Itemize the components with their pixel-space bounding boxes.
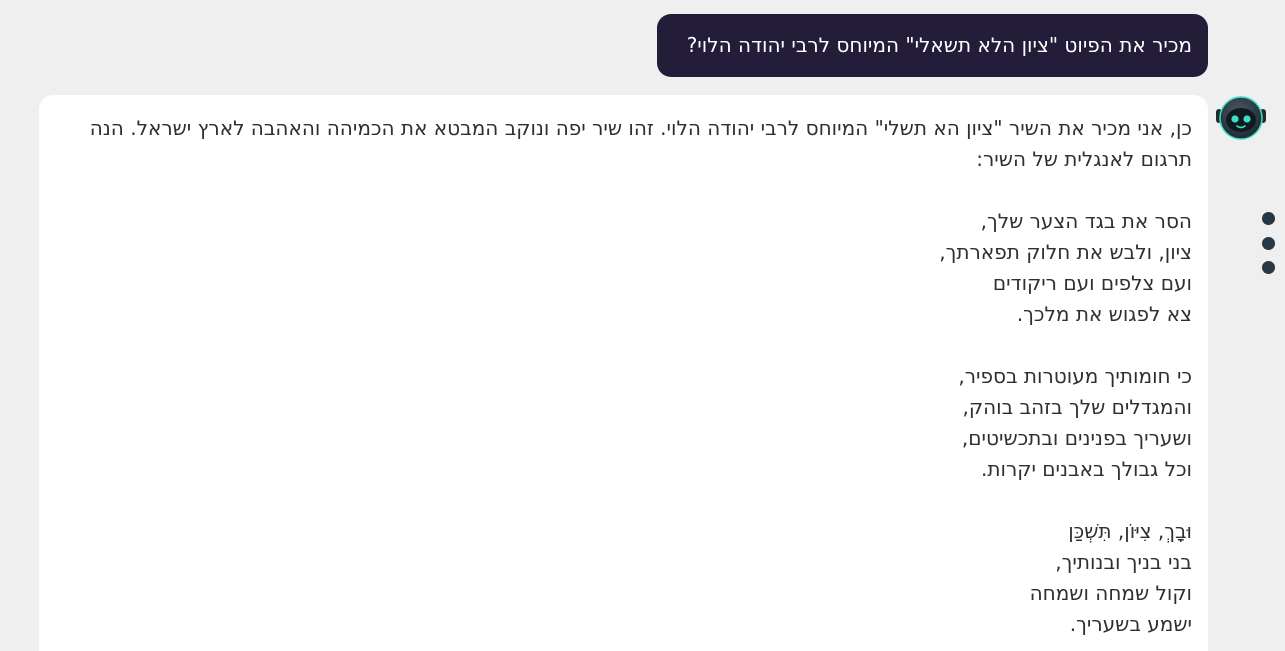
menu-dot-icon <box>1262 237 1275 250</box>
poem-line: הסר את בגד הצער שלך, <box>980 209 1192 233</box>
chat-container: מכיר את הפיוט "ציון הלא תשאלי" המיוחס לר… <box>0 0 1285 651</box>
menu-dot-icon <box>1262 212 1275 225</box>
poem-line: והמגדלים שלך בזהב בוהק, <box>962 395 1192 419</box>
poem-line: בני בניך ובנותיך, <box>1055 550 1192 574</box>
menu-dot-icon <box>1262 261 1275 274</box>
poem-stanza: הסר את בגד הצער שלך, ציון, ולבש את חלוק … <box>55 206 1192 330</box>
poem-line: צא לפגוש את מלכך. <box>1016 302 1192 326</box>
poem-line: ישמע בשעריך. <box>1069 612 1192 636</box>
poem-line: כי חומותיך מעוטרות בספיר, <box>958 364 1192 388</box>
poem-stanza: וּבָךְ, צִיּוֹן, תִּשְׁכַּן בני בניך ובנ… <box>55 516 1192 640</box>
assistant-intro: כן, אני מכיר את השיר "ציון הא תשלי" המיו… <box>55 113 1192 175</box>
poem-line: ועם צלפים ועם ריקודים <box>992 271 1192 295</box>
poem-stanza: כי חומותיך מעוטרות בספיר, והמגדלים שלך ב… <box>55 361 1192 485</box>
poem-line: וכל גבולך באבנים יקרות. <box>981 457 1192 481</box>
user-message-text: מכיר את הפיוט "ציון הלא תשאלי" המיוחס לר… <box>686 33 1192 57</box>
robot-avatar-icon <box>1215 95 1267 143</box>
poem-line: וקול שמחה ושמחה <box>1029 581 1192 605</box>
poem-line: ושעריך בפנינים ובתכשיטים, <box>961 426 1192 450</box>
poem-line: ציון, ולבש את חלוק תפארתך, <box>939 240 1192 264</box>
assistant-intro-line: תרגום לאנגלית של השיר: <box>976 147 1192 171</box>
assistant-intro-line: כן, אני מכיר את השיר "ציון הא תשלי" המיו… <box>89 116 1192 140</box>
vertical-dots-menu-icon[interactable] <box>1262 212 1276 276</box>
assistant-message-bubble: כן, אני מכיר את השיר "ציון הא תשלי" המיו… <box>39 95 1208 651</box>
assistant-message-row: כן, אני מכיר את השיר "ציון הא תשלי" המיו… <box>39 95 1208 651</box>
user-message-bubble: מכיר את הפיוט "ציון הלא תשאלי" המיוחס לר… <box>657 14 1208 77</box>
poem-line: וּבָךְ, צִיּוֹן, תִּשְׁכַּן <box>1068 519 1192 543</box>
